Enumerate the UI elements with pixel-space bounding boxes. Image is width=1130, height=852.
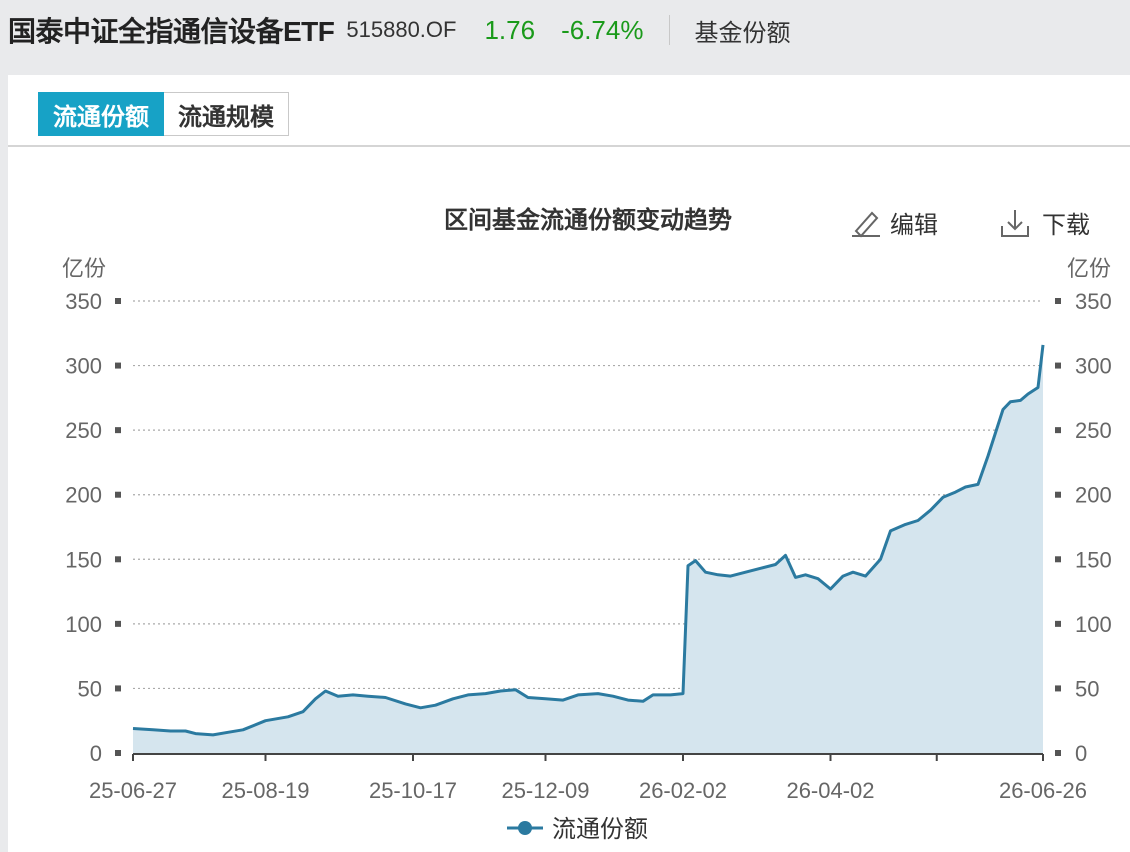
y-tick-label-left: 150: [65, 547, 102, 572]
y-tick-label-right: 200: [1075, 483, 1112, 508]
y-tick-mark-right: [1055, 685, 1061, 692]
y-tick-label-left: 300: [65, 354, 102, 379]
y-tick-label-left: 0: [90, 741, 102, 766]
series-area: [133, 344, 1043, 753]
download-button[interactable]: 下载: [1001, 210, 1090, 239]
download-label: 下载: [1042, 212, 1090, 239]
y-tick-label-right: 100: [1075, 612, 1112, 637]
x-tick-label: 25-10-17: [369, 778, 457, 803]
y-tick-mark-left: [115, 750, 121, 756]
y-tick-mark-left: [115, 362, 121, 369]
x-axis: 25-06-27 25-08-19 25-10-17 25-12-09 26-02-02…: [89, 753, 1087, 803]
y-tick-mark-right: [1055, 750, 1061, 756]
x-tick-label: 26-02-02: [639, 778, 727, 803]
x-tick-label: 26-04-02: [786, 778, 874, 803]
pencil-icon: [852, 211, 880, 238]
x-tick-label: 25-06-27: [89, 778, 177, 803]
chart-title: 区间基金流通份额变动趋势: [444, 206, 732, 234]
chart-canvas: 区间基金流通份额变动趋势 编辑 下载 亿份 亿份 0 0 50 50 100 100 150…: [62, 206, 1112, 843]
y-tick-mark-left: [115, 298, 121, 304]
y-tick-mark-right: [1055, 491, 1061, 498]
y-tick-label-right: 250: [1075, 418, 1112, 443]
y-tick-label-left: 250: [65, 418, 102, 443]
y-tick-mark-right: [1055, 298, 1061, 304]
y-tick-mark-left: [115, 620, 121, 627]
plot-area: [132, 344, 1045, 753]
y-tick-label-left: 350: [65, 289, 102, 314]
y-tick-mark-right: [1055, 362, 1061, 369]
edit-button[interactable]: 编辑: [852, 211, 938, 239]
y-tick-label-right: 0: [1075, 741, 1087, 766]
y-tick-label-right: 150: [1075, 547, 1112, 572]
y-tick-mark-left: [115, 491, 121, 498]
x-tick-label: 26-06-26: [999, 778, 1087, 803]
y-tick-mark-right: [1055, 620, 1061, 627]
y-tick-label-left: 50: [78, 676, 102, 701]
y-unit-left: 亿份: [62, 256, 106, 281]
y-tick-mark-left: [115, 427, 121, 434]
download-icon: [1001, 210, 1029, 237]
legend-marker: [518, 821, 532, 835]
legend[interactable]: 流通份额: [507, 816, 648, 843]
y-tick-mark-left: [115, 685, 121, 692]
y-tick-label-right: 300: [1075, 354, 1112, 379]
y-tick-mark-right: [1055, 556, 1061, 563]
y-tick-label-right: 350: [1075, 289, 1112, 314]
y-tick-label-left: 200: [65, 483, 102, 508]
y-unit-right: 亿份: [1067, 256, 1111, 281]
legend-label: 流通份额: [552, 816, 648, 843]
y-tick-label-right: 50: [1075, 676, 1099, 701]
y-tick-mark-right: [1055, 427, 1061, 434]
x-tick-label: 25-12-09: [501, 778, 589, 803]
y-tick-label-left: 100: [65, 612, 102, 637]
edit-label: 编辑: [890, 212, 938, 239]
x-tick-label: 25-08-19: [221, 778, 309, 803]
y-tick-mark-left: [115, 556, 121, 563]
